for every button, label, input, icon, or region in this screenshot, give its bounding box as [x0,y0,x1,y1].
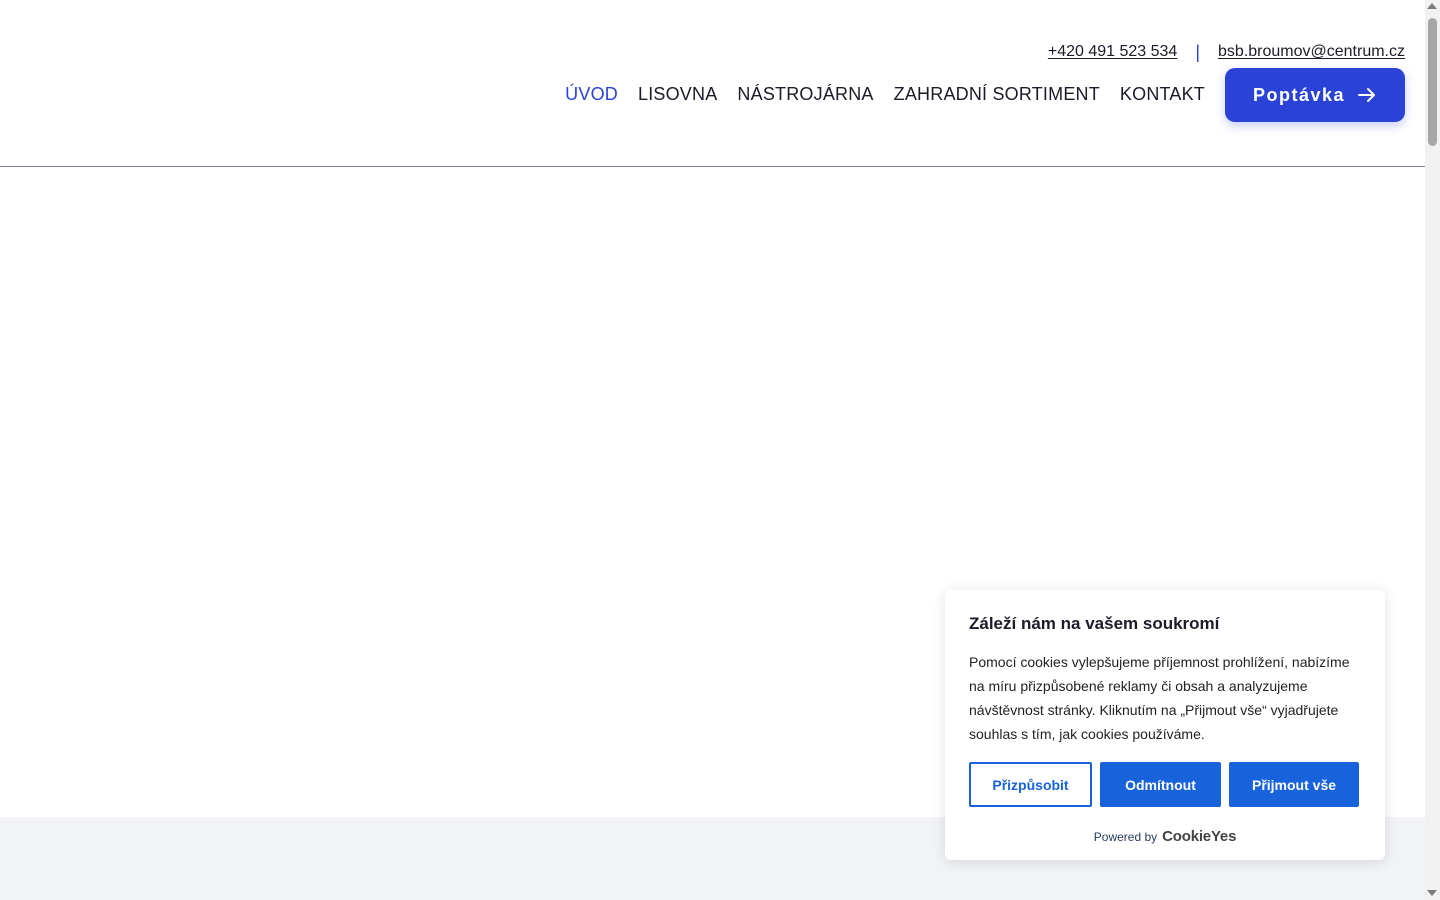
nav-item-kontakt[interactable]: KONTAKT [1120,84,1205,105]
nav-item-zahradni-sortiment[interactable]: ZAHRADNÍ SORTIMENT [894,84,1100,105]
accept-all-button[interactable]: Přijmout vše [1229,762,1359,807]
scroll-down-icon[interactable] [1427,890,1437,896]
phone-link[interactable]: +420 491 523 534 [1048,43,1177,61]
cookie-description: Pomocí cookies vylepšujeme příjemnost pr… [969,654,1350,742]
powered-by: Powered by CookieYes [945,828,1385,845]
site-header: +420 491 523 534 | bsb.broumov@centrum.c… [0,0,1425,167]
page: +420 491 523 534 | bsb.broumov@centrum.c… [0,0,1425,900]
email-link[interactable]: bsb.broumov@centrum.cz [1218,43,1405,61]
nav-item-nastrojarna[interactable]: NÁSTROJÁRNA [737,84,873,105]
powered-by-label: Powered by [1093,829,1158,844]
nav-item-uvod[interactable]: ÚVOD [565,84,618,105]
cookie-banner: Záleží nám na vašem soukromí Pomocí cook… [945,590,1385,860]
contact-separator: | [1195,41,1201,62]
arrow-right-icon [1357,87,1377,103]
scrollbar[interactable] [1425,0,1440,900]
customize-button[interactable]: Přizpůsobit [969,762,1092,807]
poptavka-button-label: Poptávka [1252,84,1346,105]
main-nav: ÚVOD LISOVNA NÁSTROJÁRNA ZAHRADNÍ SORTIM… [545,80,1205,108]
cookie-buttons: Přizpůsobit Odmítnout Přijmout vše [969,762,1359,807]
cookie-title: Záleží nám na vašem soukromí [969,614,1220,633]
reject-button[interactable]: Odmítnout [1100,762,1221,807]
scroll-up-icon[interactable] [1427,3,1437,9]
contact-row: +420 491 523 534 | bsb.broumov@centrum.c… [1048,40,1405,64]
nav-item-lisovna[interactable]: LISOVNA [638,84,717,105]
poptavka-button[interactable]: Poptávka [1225,68,1405,122]
scroll-thumb[interactable] [1428,18,1437,146]
cookieyes-logo[interactable]: CookieYes [1162,828,1236,845]
